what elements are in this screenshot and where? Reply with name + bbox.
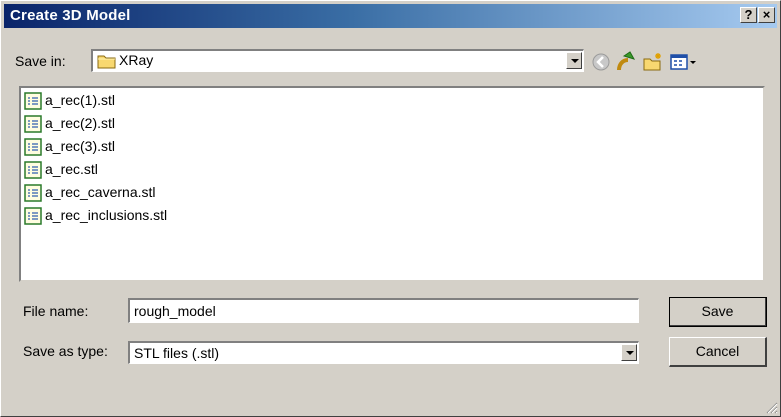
up-folder-icon[interactable] (615, 50, 637, 72)
file-name: a_rec(2).stl (45, 115, 116, 131)
close-button[interactable]: × (758, 7, 775, 23)
file-name-input[interactable]: rough_model (128, 298, 639, 323)
save-in-label: Save in: (15, 53, 66, 69)
file-name: a_rec(3).stl (45, 138, 116, 154)
cancel-button[interactable]: Cancel (669, 337, 767, 367)
save-in-value: XRay (119, 52, 154, 68)
file-name: a_rec_inclusions.stl (45, 207, 168, 223)
save-in-combo[interactable]: XRay (91, 49, 584, 72)
save-in-dropdown-button[interactable] (566, 52, 582, 69)
file-list[interactable]: a_rec(1).stl a_rec(2).stl a_rec(3).stl a… (19, 86, 765, 282)
document-icon (24, 161, 42, 179)
file-name: a_rec(1).stl (45, 92, 116, 108)
save-as-type-value: STL files (.stl) (134, 345, 220, 361)
save-as-type-dropdown-button[interactable] (621, 344, 637, 361)
file-name-value: rough_model (134, 303, 216, 319)
folder-icon (97, 55, 116, 69)
title-bar[interactable]: Create 3D Model ? × (4, 4, 777, 28)
document-icon (24, 138, 42, 156)
save-as-type-combo[interactable]: STL files (.stl) (128, 341, 639, 364)
file-name-label: File name: (23, 303, 89, 319)
help-button[interactable]: ? (740, 7, 757, 23)
file-name: a_rec_caverna.stl (45, 184, 156, 200)
save-button[interactable]: Save (669, 297, 767, 327)
window-title: Create 3D Model (10, 7, 131, 24)
file-name: a_rec.stl (45, 161, 98, 177)
save-as-type-label: Save as type: (23, 343, 108, 359)
document-icon (24, 92, 42, 110)
resize-grip-icon[interactable] (764, 400, 778, 414)
view-menu-icon[interactable] (669, 51, 699, 73)
back-icon[interactable] (590, 51, 612, 73)
document-icon (24, 184, 42, 202)
create-3d-model-dialog: Create 3D Model ? × Save in: XRay a_rec(… (0, 0, 781, 417)
new-folder-icon[interactable] (642, 51, 664, 73)
document-icon (24, 115, 42, 133)
document-icon (24, 207, 42, 225)
